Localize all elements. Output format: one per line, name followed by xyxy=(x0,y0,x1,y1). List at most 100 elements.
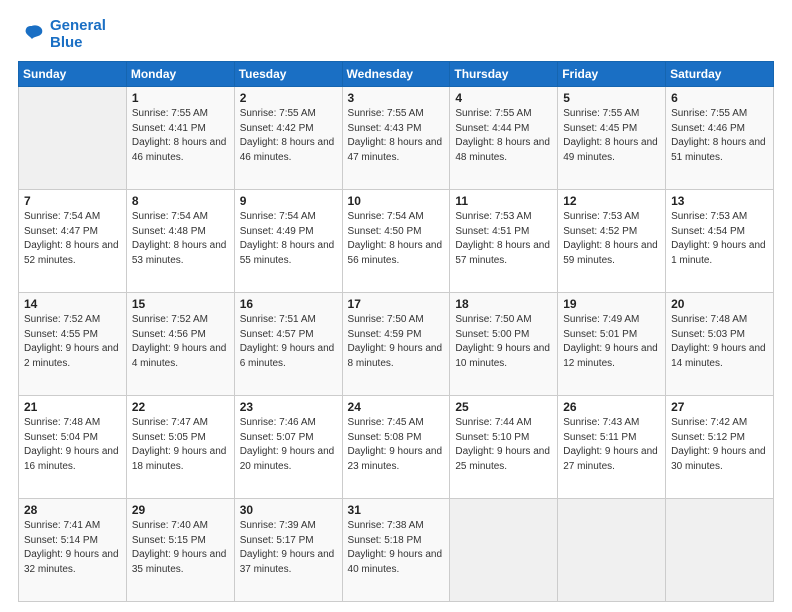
day-info: Sunrise: 7:53 AM Sunset: 4:52 PM Dayligh… xyxy=(563,210,660,268)
calendar-cell: 21 Sunrise: 7:48 AM Sunset: 5:04 PM Dayl… xyxy=(19,396,127,499)
calendar-cell: 7 Sunrise: 7:54 AM Sunset: 4:47 PM Dayli… xyxy=(19,190,127,293)
day-info: Sunrise: 7:41 AM Sunset: 5:14 PM Dayligh… xyxy=(24,519,121,577)
weekday-header-thursday: Thursday xyxy=(450,62,558,87)
logo: General Blue xyxy=(18,18,106,51)
logo-bird-icon xyxy=(18,21,46,49)
day-number: 25 xyxy=(455,400,552,414)
day-number: 23 xyxy=(240,400,337,414)
day-info: Sunrise: 7:46 AM Sunset: 5:07 PM Dayligh… xyxy=(240,416,337,474)
calendar-cell: 14 Sunrise: 7:52 AM Sunset: 4:55 PM Dayl… xyxy=(19,293,127,396)
day-number: 19 xyxy=(563,297,660,311)
header: General Blue xyxy=(18,18,774,51)
day-info: Sunrise: 7:50 AM Sunset: 5:00 PM Dayligh… xyxy=(455,313,552,371)
calendar-cell: 25 Sunrise: 7:44 AM Sunset: 5:10 PM Dayl… xyxy=(450,396,558,499)
day-number: 6 xyxy=(671,91,768,105)
calendar-cell: 8 Sunrise: 7:54 AM Sunset: 4:48 PM Dayli… xyxy=(126,190,234,293)
day-info: Sunrise: 7:47 AM Sunset: 5:05 PM Dayligh… xyxy=(132,416,229,474)
day-number: 7 xyxy=(24,194,121,208)
day-info: Sunrise: 7:40 AM Sunset: 5:15 PM Dayligh… xyxy=(132,519,229,577)
day-number: 29 xyxy=(132,503,229,517)
day-number: 18 xyxy=(455,297,552,311)
calendar-cell: 16 Sunrise: 7:51 AM Sunset: 4:57 PM Dayl… xyxy=(234,293,342,396)
day-info: Sunrise: 7:44 AM Sunset: 5:10 PM Dayligh… xyxy=(455,416,552,474)
calendar-cell: 29 Sunrise: 7:40 AM Sunset: 5:15 PM Dayl… xyxy=(126,499,234,602)
calendar-cell xyxy=(19,87,127,190)
weekday-header-saturday: Saturday xyxy=(666,62,774,87)
weekday-header-monday: Monday xyxy=(126,62,234,87)
day-info: Sunrise: 7:54 AM Sunset: 4:49 PM Dayligh… xyxy=(240,210,337,268)
calendar-cell: 13 Sunrise: 7:53 AM Sunset: 4:54 PM Dayl… xyxy=(666,190,774,293)
calendar-cell: 28 Sunrise: 7:41 AM Sunset: 5:14 PM Dayl… xyxy=(19,499,127,602)
calendar-cell: 10 Sunrise: 7:54 AM Sunset: 4:50 PM Dayl… xyxy=(342,190,450,293)
calendar-cell: 12 Sunrise: 7:53 AM Sunset: 4:52 PM Dayl… xyxy=(558,190,666,293)
page: General Blue SundayMondayTuesdayWednesda… xyxy=(0,0,792,612)
calendar-cell: 15 Sunrise: 7:52 AM Sunset: 4:56 PM Dayl… xyxy=(126,293,234,396)
day-number: 11 xyxy=(455,194,552,208)
day-info: Sunrise: 7:55 AM Sunset: 4:45 PM Dayligh… xyxy=(563,107,660,165)
weekday-header-friday: Friday xyxy=(558,62,666,87)
day-info: Sunrise: 7:53 AM Sunset: 4:51 PM Dayligh… xyxy=(455,210,552,268)
day-info: Sunrise: 7:53 AM Sunset: 4:54 PM Dayligh… xyxy=(671,210,768,268)
day-info: Sunrise: 7:54 AM Sunset: 4:50 PM Dayligh… xyxy=(348,210,445,268)
calendar-cell: 3 Sunrise: 7:55 AM Sunset: 4:43 PM Dayli… xyxy=(342,87,450,190)
calendar-cell: 18 Sunrise: 7:50 AM Sunset: 5:00 PM Dayl… xyxy=(450,293,558,396)
day-number: 28 xyxy=(24,503,121,517)
calendar-cell: 26 Sunrise: 7:43 AM Sunset: 5:11 PM Dayl… xyxy=(558,396,666,499)
day-info: Sunrise: 7:55 AM Sunset: 4:46 PM Dayligh… xyxy=(671,107,768,165)
day-info: Sunrise: 7:55 AM Sunset: 4:41 PM Dayligh… xyxy=(132,107,229,165)
day-number: 2 xyxy=(240,91,337,105)
calendar-cell: 5 Sunrise: 7:55 AM Sunset: 4:45 PM Dayli… xyxy=(558,87,666,190)
calendar-cell xyxy=(450,499,558,602)
calendar-cell: 4 Sunrise: 7:55 AM Sunset: 4:44 PM Dayli… xyxy=(450,87,558,190)
day-info: Sunrise: 7:51 AM Sunset: 4:57 PM Dayligh… xyxy=(240,313,337,371)
day-info: Sunrise: 7:49 AM Sunset: 5:01 PM Dayligh… xyxy=(563,313,660,371)
calendar-cell: 1 Sunrise: 7:55 AM Sunset: 4:41 PM Dayli… xyxy=(126,87,234,190)
day-number: 17 xyxy=(348,297,445,311)
calendar-cell: 6 Sunrise: 7:55 AM Sunset: 4:46 PM Dayli… xyxy=(666,87,774,190)
day-info: Sunrise: 7:42 AM Sunset: 5:12 PM Dayligh… xyxy=(671,416,768,474)
day-number: 26 xyxy=(563,400,660,414)
day-number: 24 xyxy=(348,400,445,414)
day-info: Sunrise: 7:54 AM Sunset: 4:48 PM Dayligh… xyxy=(132,210,229,268)
calendar-cell: 23 Sunrise: 7:46 AM Sunset: 5:07 PM Dayl… xyxy=(234,396,342,499)
day-number: 30 xyxy=(240,503,337,517)
calendar-cell: 22 Sunrise: 7:47 AM Sunset: 5:05 PM Dayl… xyxy=(126,396,234,499)
day-number: 9 xyxy=(240,194,337,208)
calendar-cell: 27 Sunrise: 7:42 AM Sunset: 5:12 PM Dayl… xyxy=(666,396,774,499)
calendar-cell: 19 Sunrise: 7:49 AM Sunset: 5:01 PM Dayl… xyxy=(558,293,666,396)
day-number: 22 xyxy=(132,400,229,414)
day-number: 15 xyxy=(132,297,229,311)
day-info: Sunrise: 7:52 AM Sunset: 4:55 PM Dayligh… xyxy=(24,313,121,371)
day-info: Sunrise: 7:54 AM Sunset: 4:47 PM Dayligh… xyxy=(24,210,121,268)
day-number: 20 xyxy=(671,297,768,311)
calendar-cell: 9 Sunrise: 7:54 AM Sunset: 4:49 PM Dayli… xyxy=(234,190,342,293)
day-number: 31 xyxy=(348,503,445,517)
day-number: 10 xyxy=(348,194,445,208)
day-info: Sunrise: 7:38 AM Sunset: 5:18 PM Dayligh… xyxy=(348,519,445,577)
day-number: 4 xyxy=(455,91,552,105)
day-info: Sunrise: 7:55 AM Sunset: 4:42 PM Dayligh… xyxy=(240,107,337,165)
calendar-cell xyxy=(666,499,774,602)
day-info: Sunrise: 7:52 AM Sunset: 4:56 PM Dayligh… xyxy=(132,313,229,371)
weekday-header-tuesday: Tuesday xyxy=(234,62,342,87)
day-info: Sunrise: 7:55 AM Sunset: 4:43 PM Dayligh… xyxy=(348,107,445,165)
weekday-header-wednesday: Wednesday xyxy=(342,62,450,87)
calendar-cell xyxy=(558,499,666,602)
calendar-table: SundayMondayTuesdayWednesdayThursdayFrid… xyxy=(18,61,774,602)
logo-text: General Blue xyxy=(50,18,106,51)
calendar-cell: 11 Sunrise: 7:53 AM Sunset: 4:51 PM Dayl… xyxy=(450,190,558,293)
day-number: 14 xyxy=(24,297,121,311)
calendar-cell: 31 Sunrise: 7:38 AM Sunset: 5:18 PM Dayl… xyxy=(342,499,450,602)
day-number: 16 xyxy=(240,297,337,311)
day-number: 3 xyxy=(348,91,445,105)
calendar-cell: 2 Sunrise: 7:55 AM Sunset: 4:42 PM Dayli… xyxy=(234,87,342,190)
weekday-header-sunday: Sunday xyxy=(19,62,127,87)
day-number: 27 xyxy=(671,400,768,414)
calendar-cell: 20 Sunrise: 7:48 AM Sunset: 5:03 PM Dayl… xyxy=(666,293,774,396)
day-info: Sunrise: 7:48 AM Sunset: 5:04 PM Dayligh… xyxy=(24,416,121,474)
day-info: Sunrise: 7:39 AM Sunset: 5:17 PM Dayligh… xyxy=(240,519,337,577)
day-info: Sunrise: 7:48 AM Sunset: 5:03 PM Dayligh… xyxy=(671,313,768,371)
calendar-cell: 17 Sunrise: 7:50 AM Sunset: 4:59 PM Dayl… xyxy=(342,293,450,396)
day-number: 1 xyxy=(132,91,229,105)
day-info: Sunrise: 7:45 AM Sunset: 5:08 PM Dayligh… xyxy=(348,416,445,474)
